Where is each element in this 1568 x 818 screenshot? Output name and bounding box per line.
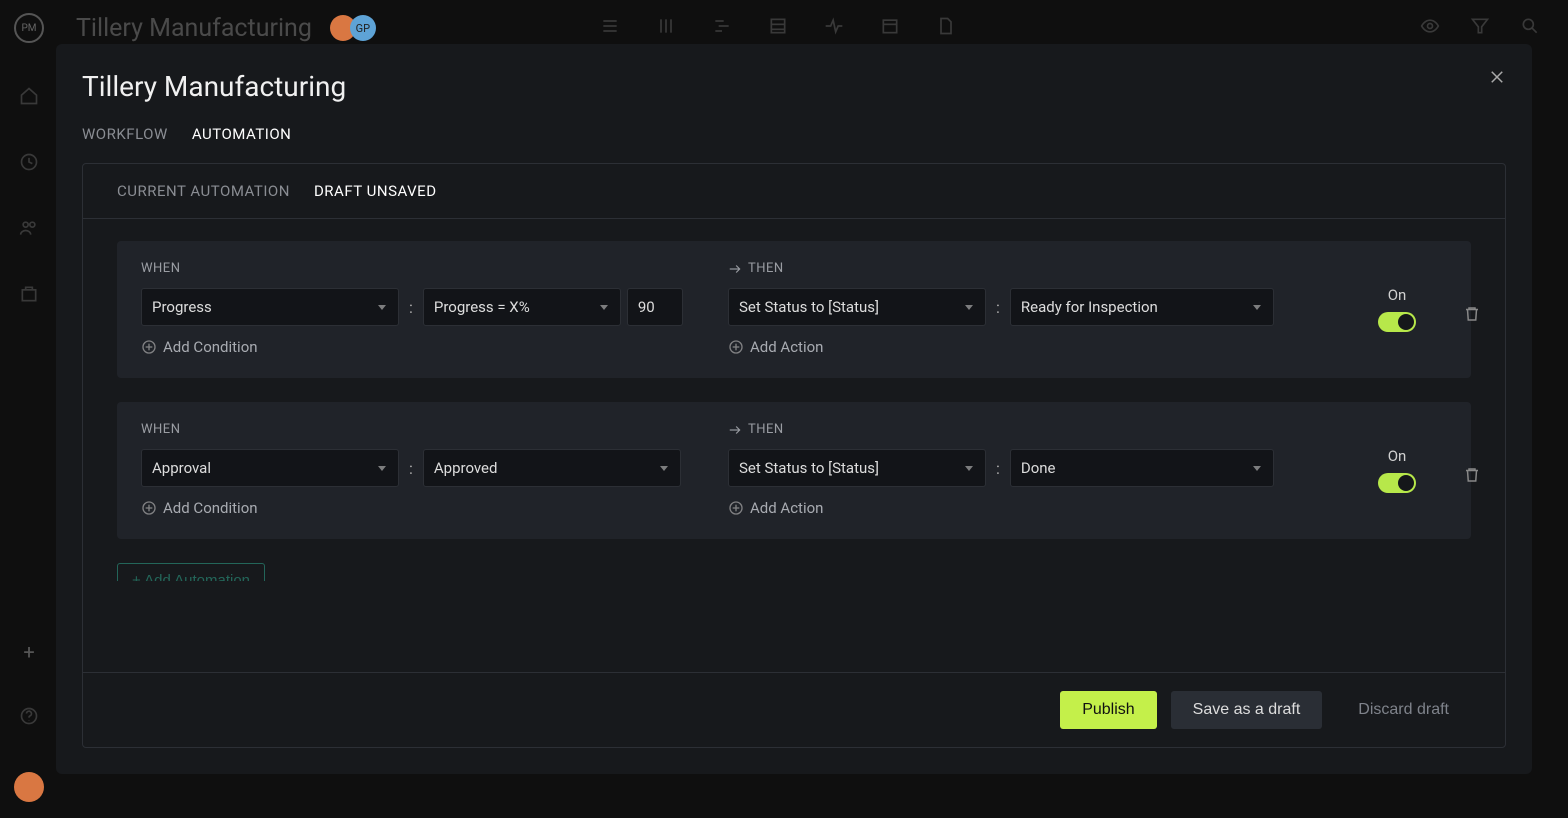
- add-condition-button[interactable]: Add Condition: [141, 499, 706, 517]
- view-list-icon[interactable]: [600, 16, 620, 40]
- then-action-select[interactable]: Set Status to [Status]: [728, 288, 986, 326]
- close-icon[interactable]: [1488, 68, 1506, 90]
- member-avatar-2[interactable]: GP: [350, 15, 376, 41]
- subtab-draft-unsaved[interactable]: DRAFT UNSAVED: [314, 182, 437, 200]
- bg-project-title: Tillery Manufacturing: [76, 14, 312, 43]
- add-automation-button[interactable]: + Add Automation: [117, 563, 265, 581]
- nav-home-icon[interactable]: [19, 86, 39, 110]
- when-field-select[interactable]: Progress: [141, 288, 399, 326]
- nav-help-icon[interactable]: [19, 706, 39, 730]
- view-calendar-icon[interactable]: [880, 16, 900, 40]
- automation-modal: Tillery Manufacturing WORKFLOW AUTOMATIO…: [56, 44, 1532, 774]
- modal-title: Tillery Manufacturing: [82, 70, 1506, 103]
- when-field-select[interactable]: Approval: [141, 449, 399, 487]
- automation-rule: WHEN Approval : Approved: [117, 402, 1471, 539]
- automation-rule: WHEN Progress : Progress = X% 90: [117, 241, 1471, 378]
- nav-add-icon[interactable]: +: [23, 640, 34, 664]
- nav-recent-icon[interactable]: [19, 152, 39, 176]
- view-activity-icon[interactable]: [824, 16, 844, 40]
- subtab-current-automation[interactable]: CURRENT AUTOMATION: [117, 182, 290, 200]
- then-value-select[interactable]: Ready for Inspection: [1010, 288, 1274, 326]
- discard-draft-button[interactable]: Discard draft: [1336, 691, 1471, 729]
- toggle-label: On: [1388, 447, 1407, 465]
- visibility-icon[interactable]: [1420, 16, 1440, 40]
- colon-separator: :: [992, 459, 1004, 478]
- delete-rule-icon[interactable]: [1463, 466, 1481, 488]
- tab-automation[interactable]: AUTOMATION: [192, 125, 292, 143]
- colon-separator: :: [405, 459, 417, 478]
- view-board-icon[interactable]: [656, 16, 676, 40]
- rule-enabled-toggle[interactable]: [1378, 473, 1416, 493]
- tab-workflow[interactable]: WORKFLOW: [82, 125, 168, 143]
- when-operator-select[interactable]: Approved: [423, 449, 681, 487]
- view-file-icon[interactable]: [936, 16, 956, 40]
- then-label: THEN: [728, 422, 1325, 437]
- nav-projects-icon[interactable]: [19, 284, 39, 308]
- nav-team-icon[interactable]: [19, 218, 39, 242]
- filter-icon[interactable]: [1470, 16, 1490, 40]
- then-label: THEN: [728, 261, 1325, 276]
- rule-enabled-toggle[interactable]: [1378, 312, 1416, 332]
- nav-user-avatar[interactable]: [14, 772, 44, 802]
- add-action-button[interactable]: Add Action: [728, 499, 1325, 517]
- delete-rule-icon[interactable]: [1463, 305, 1481, 327]
- when-value-input[interactable]: 90: [627, 288, 683, 326]
- view-gantt-icon[interactable]: [712, 16, 732, 40]
- add-action-button[interactable]: Add Action: [728, 338, 1325, 356]
- bg-members[interactable]: GP: [330, 15, 376, 41]
- then-action-select[interactable]: Set Status to [Status]: [728, 449, 986, 487]
- when-label: WHEN: [141, 422, 706, 437]
- when-operator-select[interactable]: Progress = X%: [423, 288, 621, 326]
- view-sheet-icon[interactable]: [768, 16, 788, 40]
- search-icon[interactable]: [1520, 16, 1540, 40]
- add-condition-button[interactable]: Add Condition: [141, 338, 706, 356]
- when-label: WHEN: [141, 261, 706, 276]
- toggle-label: On: [1388, 286, 1407, 304]
- app-logo[interactable]: PM: [14, 13, 44, 43]
- colon-separator: :: [405, 298, 417, 317]
- then-value-select[interactable]: Done: [1010, 449, 1274, 487]
- colon-separator: :: [992, 298, 1004, 317]
- publish-button[interactable]: Publish: [1060, 691, 1156, 729]
- save-draft-button[interactable]: Save as a draft: [1171, 691, 1323, 729]
